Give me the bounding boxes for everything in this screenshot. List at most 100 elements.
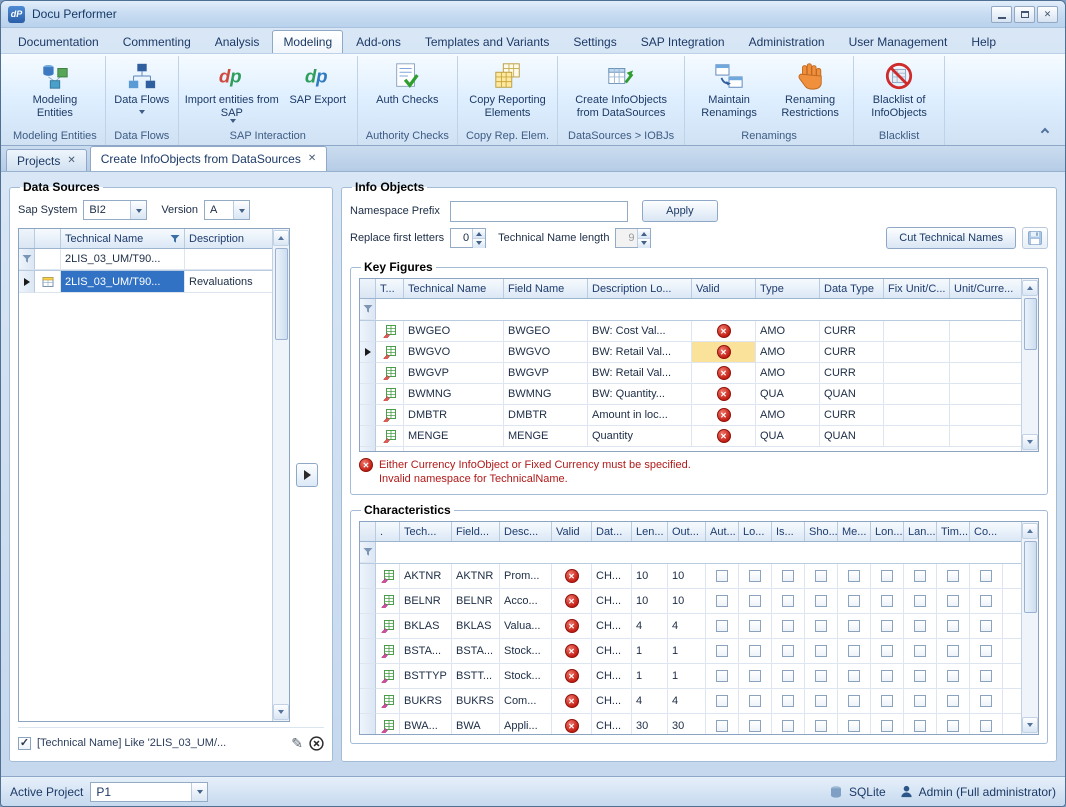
fix-unit-cell[interactable] <box>884 405 950 426</box>
close-tab-icon[interactable]: ✕ <box>308 154 316 164</box>
replace-first-letters-stepper[interactable]: 0 <box>450 228 486 248</box>
save-button[interactable] <box>1022 227 1048 249</box>
long-text-cell[interactable] <box>871 664 904 689</box>
sap-export-button[interactable]: d p SAP Export <box>282 57 354 129</box>
checkbox[interactable] <box>782 645 794 657</box>
valid-cell[interactable] <box>552 564 592 589</box>
type-cell[interactable]: QUA <box>756 384 820 405</box>
type-cell[interactable]: AMO <box>756 405 820 426</box>
column-header[interactable]: Co... <box>970 522 1021 541</box>
close-tab-icon[interactable]: ✕ <box>67 156 75 166</box>
valid-cell[interactable] <box>692 384 756 405</box>
description-cell[interactable]: Acco... <box>500 589 552 614</box>
field-name-cell[interactable]: BSTA... <box>452 639 500 664</box>
checkbox[interactable] <box>980 595 992 607</box>
scroll-down-button[interactable] <box>273 704 289 720</box>
column-header[interactable]: Tech... <box>400 522 452 541</box>
fix-unit-cell[interactable] <box>884 321 950 342</box>
icon-column-header[interactable] <box>35 229 61 248</box>
scroll-up-button[interactable] <box>273 230 289 246</box>
checkbox[interactable] <box>980 695 992 707</box>
vertical-scrollbar[interactable] <box>272 229 289 721</box>
lowercase-cell[interactable] <box>739 614 772 639</box>
checkbox[interactable] <box>782 620 794 632</box>
checkbox[interactable] <box>782 720 794 732</box>
fix-unit-cell[interactable] <box>884 342 950 363</box>
is-flag-cell[interactable] <box>772 589 805 614</box>
table-row[interactable]: MENGE MENGE Quantity QUA QUAN <box>360 426 1021 447</box>
menu-tab[interactable]: Settings <box>562 30 627 53</box>
table-row[interactable]: 2LIS_03_UM/T90... Revaluations <box>19 271 272 293</box>
table-row[interactable]: BWGEO BWGEO BW: Cost Val... AMO CURR <box>360 321 1021 342</box>
data-type-cell[interactable]: CURR <box>820 321 884 342</box>
table-row[interactable]: DMBTR DMBTR Amount in loc... AMO CURR <box>360 405 1021 426</box>
data-type-cell[interactable]: CH... <box>592 614 632 639</box>
authorization-cell[interactable] <box>706 589 739 614</box>
unit-currency-cell[interactable] <box>950 405 1021 426</box>
table-row[interactable]: AKTNR AKTNR Prom... CH... 10 10 <box>360 564 1021 589</box>
valid-cell[interactable] <box>552 639 592 664</box>
table-row[interactable]: BSTTYP BSTT... Stock... CH... 1 1 <box>360 664 1021 689</box>
field-name-cell[interactable]: BUKRS <box>452 689 500 714</box>
length-cell[interactable]: 10 <box>632 564 668 589</box>
checkbox[interactable] <box>947 620 959 632</box>
language-cell[interactable] <box>904 639 937 664</box>
technical-name-filter-cell[interactable]: 2LIS_03_UM/T90... <box>61 249 185 270</box>
key-figures-filter-row[interactable] <box>360 299 1021 321</box>
checkbox[interactable] <box>716 695 728 707</box>
filter-icon[interactable] <box>170 234 180 244</box>
checkbox[interactable] <box>881 595 893 607</box>
clear-filter-icon[interactable] <box>309 736 324 751</box>
copy-reporting-elements-button[interactable]: Copy Reporting Elements <box>462 57 554 129</box>
active-project-combo[interactable]: P1 <box>90 782 208 802</box>
language-cell[interactable] <box>904 689 937 714</box>
unit-currency-cell[interactable] <box>950 342 1021 363</box>
edit-filter-icon[interactable]: ✎ <box>291 736 303 750</box>
column-header[interactable]: Data Type <box>820 279 884 298</box>
field-name-cell[interactable]: AKTNR <box>452 564 500 589</box>
column-header[interactable]: Type <box>756 279 820 298</box>
authorization-cell[interactable] <box>706 564 739 589</box>
medium-text-cell[interactable] <box>838 589 871 614</box>
checkbox[interactable] <box>749 620 761 632</box>
column-header[interactable]: Fix Unit/C... <box>884 279 950 298</box>
type-cell[interactable]: QUA <box>756 426 820 447</box>
minimize-button[interactable] <box>991 6 1012 23</box>
field-name-cell[interactable]: BSTT... <box>452 664 500 689</box>
output-length-cell[interactable]: 1 <box>668 639 706 664</box>
table-row[interactable]: BWA... BWA Appli... CH... 30 30 <box>360 714 1021 734</box>
column-header[interactable]: Desc... <box>500 522 552 541</box>
fix-unit-cell[interactable] <box>884 363 950 384</box>
checkbox[interactable] <box>881 570 893 582</box>
length-cell[interactable]: 1 <box>632 639 668 664</box>
show-cell[interactable] <box>805 664 838 689</box>
filter-cells[interactable] <box>376 299 1021 320</box>
checkbox[interactable] <box>980 720 992 732</box>
checkbox[interactable] <box>815 720 827 732</box>
field-name-cell[interactable]: BWGEO <box>504 321 588 342</box>
apply-button[interactable]: Apply <box>642 200 718 222</box>
data-type-cell[interactable]: CURR <box>820 342 884 363</box>
technical-name-length-stepper[interactable]: 9 <box>615 228 651 248</box>
checkbox[interactable] <box>749 595 761 607</box>
checkbox[interactable] <box>749 720 761 732</box>
column-header[interactable]: Field Name <box>504 279 588 298</box>
valid-cell[interactable] <box>552 689 592 714</box>
scroll-up-button[interactable] <box>1022 280 1038 296</box>
stepper-up[interactable] <box>638 229 650 238</box>
checkbox[interactable] <box>716 645 728 657</box>
checkbox[interactable] <box>749 695 761 707</box>
scrollbar-thumb[interactable] <box>275 248 288 340</box>
technical-name-cell[interactable]: BSTTYP <box>400 664 452 689</box>
valid-cell[interactable] <box>692 342 756 363</box>
checkbox[interactable] <box>716 595 728 607</box>
is-flag-cell[interactable] <box>772 564 805 589</box>
type-cell[interactable]: AMO <box>756 321 820 342</box>
authorization-cell[interactable] <box>706 639 739 664</box>
length-cell[interactable]: 30 <box>632 714 668 734</box>
table-row[interactable]: BWGVP BWGVP BW: Retail Val... AMO CURR <box>360 363 1021 384</box>
table-row[interactable]: BUKRS BUKRS Com... CH... 4 4 <box>360 689 1021 714</box>
is-flag-cell[interactable] <box>772 639 805 664</box>
authorization-cell[interactable] <box>706 664 739 689</box>
unit-currency-cell[interactable] <box>950 363 1021 384</box>
